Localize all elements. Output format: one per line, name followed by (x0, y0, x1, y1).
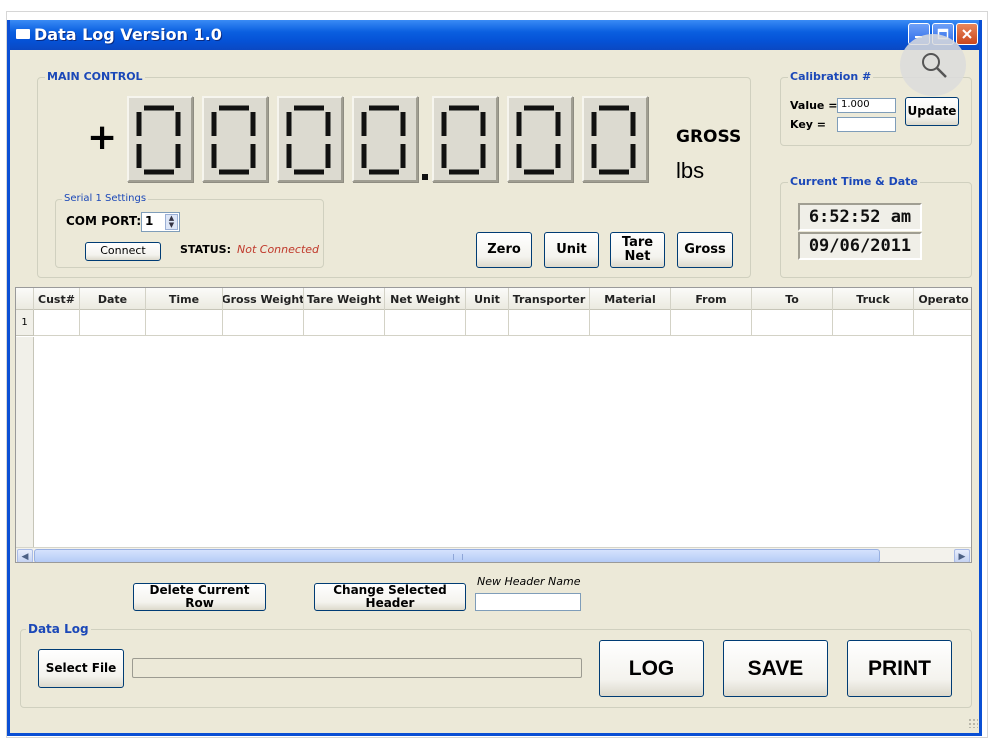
file-path-field[interactable] (132, 658, 582, 678)
digit-0-glyph (441, 105, 486, 175)
calibration-key-label: Key = (790, 118, 827, 131)
grid-cell[interactable] (833, 310, 914, 336)
display-digit (277, 96, 343, 182)
unit-button[interactable]: Unit (544, 232, 599, 268)
change-header-button[interactable]: Change Selected Header (314, 583, 466, 611)
grid-cell[interactable] (34, 310, 80, 336)
column-header[interactable]: From (671, 288, 752, 310)
connect-button[interactable]: Connect (85, 242, 161, 261)
column-header[interactable]: To (752, 288, 833, 310)
data-grid[interactable]: Cust# Date Time Gross Weight Tare Weight Net … (15, 287, 972, 563)
column-header[interactable]: Operato (914, 288, 971, 310)
spin-arrows-icon[interactable]: ▲ ▼ (165, 214, 178, 230)
calibration-value-label: Value = (790, 99, 838, 112)
column-header[interactable]: Unit (466, 288, 509, 310)
new-header-input[interactable] (475, 593, 581, 611)
current-date: 09/06/2011 (798, 232, 922, 260)
delete-row-button[interactable]: Delete Current Row (133, 583, 266, 611)
grid-cell[interactable] (509, 310, 590, 336)
grip-icon (453, 554, 463, 560)
grid-cell[interactable] (752, 310, 833, 336)
clock-legend: Current Time & Date (788, 175, 920, 188)
close-button[interactable] (956, 23, 978, 45)
main-control-legend: MAIN CONTROL (45, 70, 145, 83)
log-button[interactable]: LOG (599, 640, 704, 697)
com-port-stepper[interactable]: 1 ▲ ▼ (141, 212, 180, 232)
grid-cell[interactable] (466, 310, 509, 336)
display-digit (127, 96, 193, 182)
column-header[interactable]: Material (590, 288, 671, 310)
search-icon (922, 53, 947, 78)
column-header[interactable]: Net Weight (385, 288, 466, 310)
scroll-thumb[interactable] (34, 549, 880, 562)
select-file-button[interactable]: Select File (38, 649, 124, 688)
grid-cell[interactable] (223, 310, 304, 336)
grid-cell[interactable] (146, 310, 223, 336)
scroll-left-button[interactable]: ◀ (17, 549, 33, 562)
digit-0-glyph (136, 105, 181, 175)
column-header[interactable]: Gross Weight (223, 288, 304, 310)
column-header[interactable]: Cust# (34, 288, 80, 310)
chevron-right-icon: ▶ (958, 550, 966, 561)
display-digit (202, 96, 268, 182)
tare-net-button[interactable]: Tare Net (610, 232, 665, 268)
grid-cell[interactable] (914, 310, 971, 336)
title-bar[interactable]: Data Log Version 1.0 (10, 20, 979, 50)
print-button[interactable]: PRINT (847, 640, 952, 697)
calibration-key-input[interactable] (837, 117, 896, 132)
weight-unit: lbs (676, 158, 705, 183)
display-digit (352, 96, 418, 182)
new-header-label: New Header Name (477, 575, 581, 588)
serial-settings-legend: Serial 1 Settings (62, 193, 149, 204)
weight-sign: + (87, 117, 118, 158)
zoom-overlay[interactable] (900, 34, 966, 96)
chevron-left-icon: ◀ (21, 550, 29, 561)
current-time: 6:52:52 am (798, 203, 922, 231)
calibration-value-input[interactable]: 1.000 (837, 98, 896, 113)
grid-cell[interactable] (385, 310, 466, 336)
gross-button[interactable]: Gross (677, 232, 733, 268)
scroll-right-button[interactable]: ▶ (954, 549, 970, 562)
close-icon (962, 29, 972, 39)
grid-cell[interactable] (590, 310, 671, 336)
digit-0-glyph (361, 105, 406, 175)
resize-grip-icon[interactable] (968, 718, 978, 728)
display-digit (582, 96, 648, 182)
column-header[interactable]: Transporter (509, 288, 590, 310)
status-label: STATUS: (180, 243, 231, 256)
com-port-label: COM PORT: (66, 214, 142, 228)
horizontal-scrollbar[interactable]: ◀ ▶ (16, 547, 971, 562)
column-header[interactable]: Tare Weight (304, 288, 385, 310)
tare-net-label: Tare Net (621, 234, 654, 264)
grid-cell[interactable] (80, 310, 146, 336)
column-header[interactable]: Date (80, 288, 146, 310)
weight-mode: GROSS (676, 127, 742, 147)
digit-0-glyph (516, 105, 561, 175)
digit-0-glyph (286, 105, 331, 175)
column-header[interactable]: Time (146, 288, 223, 310)
digit-0-glyph (211, 105, 256, 175)
row-header-column (16, 337, 34, 547)
grid-corner[interactable] (16, 288, 34, 310)
display-digit (432, 96, 498, 182)
save-button[interactable]: SAVE (723, 640, 828, 697)
app-icon (16, 29, 30, 39)
decimal-point (422, 174, 428, 180)
digit-0-glyph (591, 105, 636, 175)
data-log-legend: Data Log (26, 622, 91, 636)
zero-button[interactable]: Zero (476, 232, 532, 268)
window-title: Data Log Version 1.0 (34, 25, 222, 44)
grid-cell[interactable] (671, 310, 752, 336)
column-header[interactable]: Truck (833, 288, 914, 310)
com-port-value: 1 (145, 214, 154, 228)
grid-cell[interactable] (304, 310, 385, 336)
row-number[interactable]: 1 (16, 310, 34, 336)
grid-header: Cust# Date Time Gross Weight Tare Weight Net … (16, 288, 971, 310)
calibration-legend: Calibration # (788, 70, 874, 83)
display-digit (507, 96, 573, 182)
update-button[interactable]: Update (905, 97, 959, 126)
status-value: Not Connected (237, 243, 320, 256)
